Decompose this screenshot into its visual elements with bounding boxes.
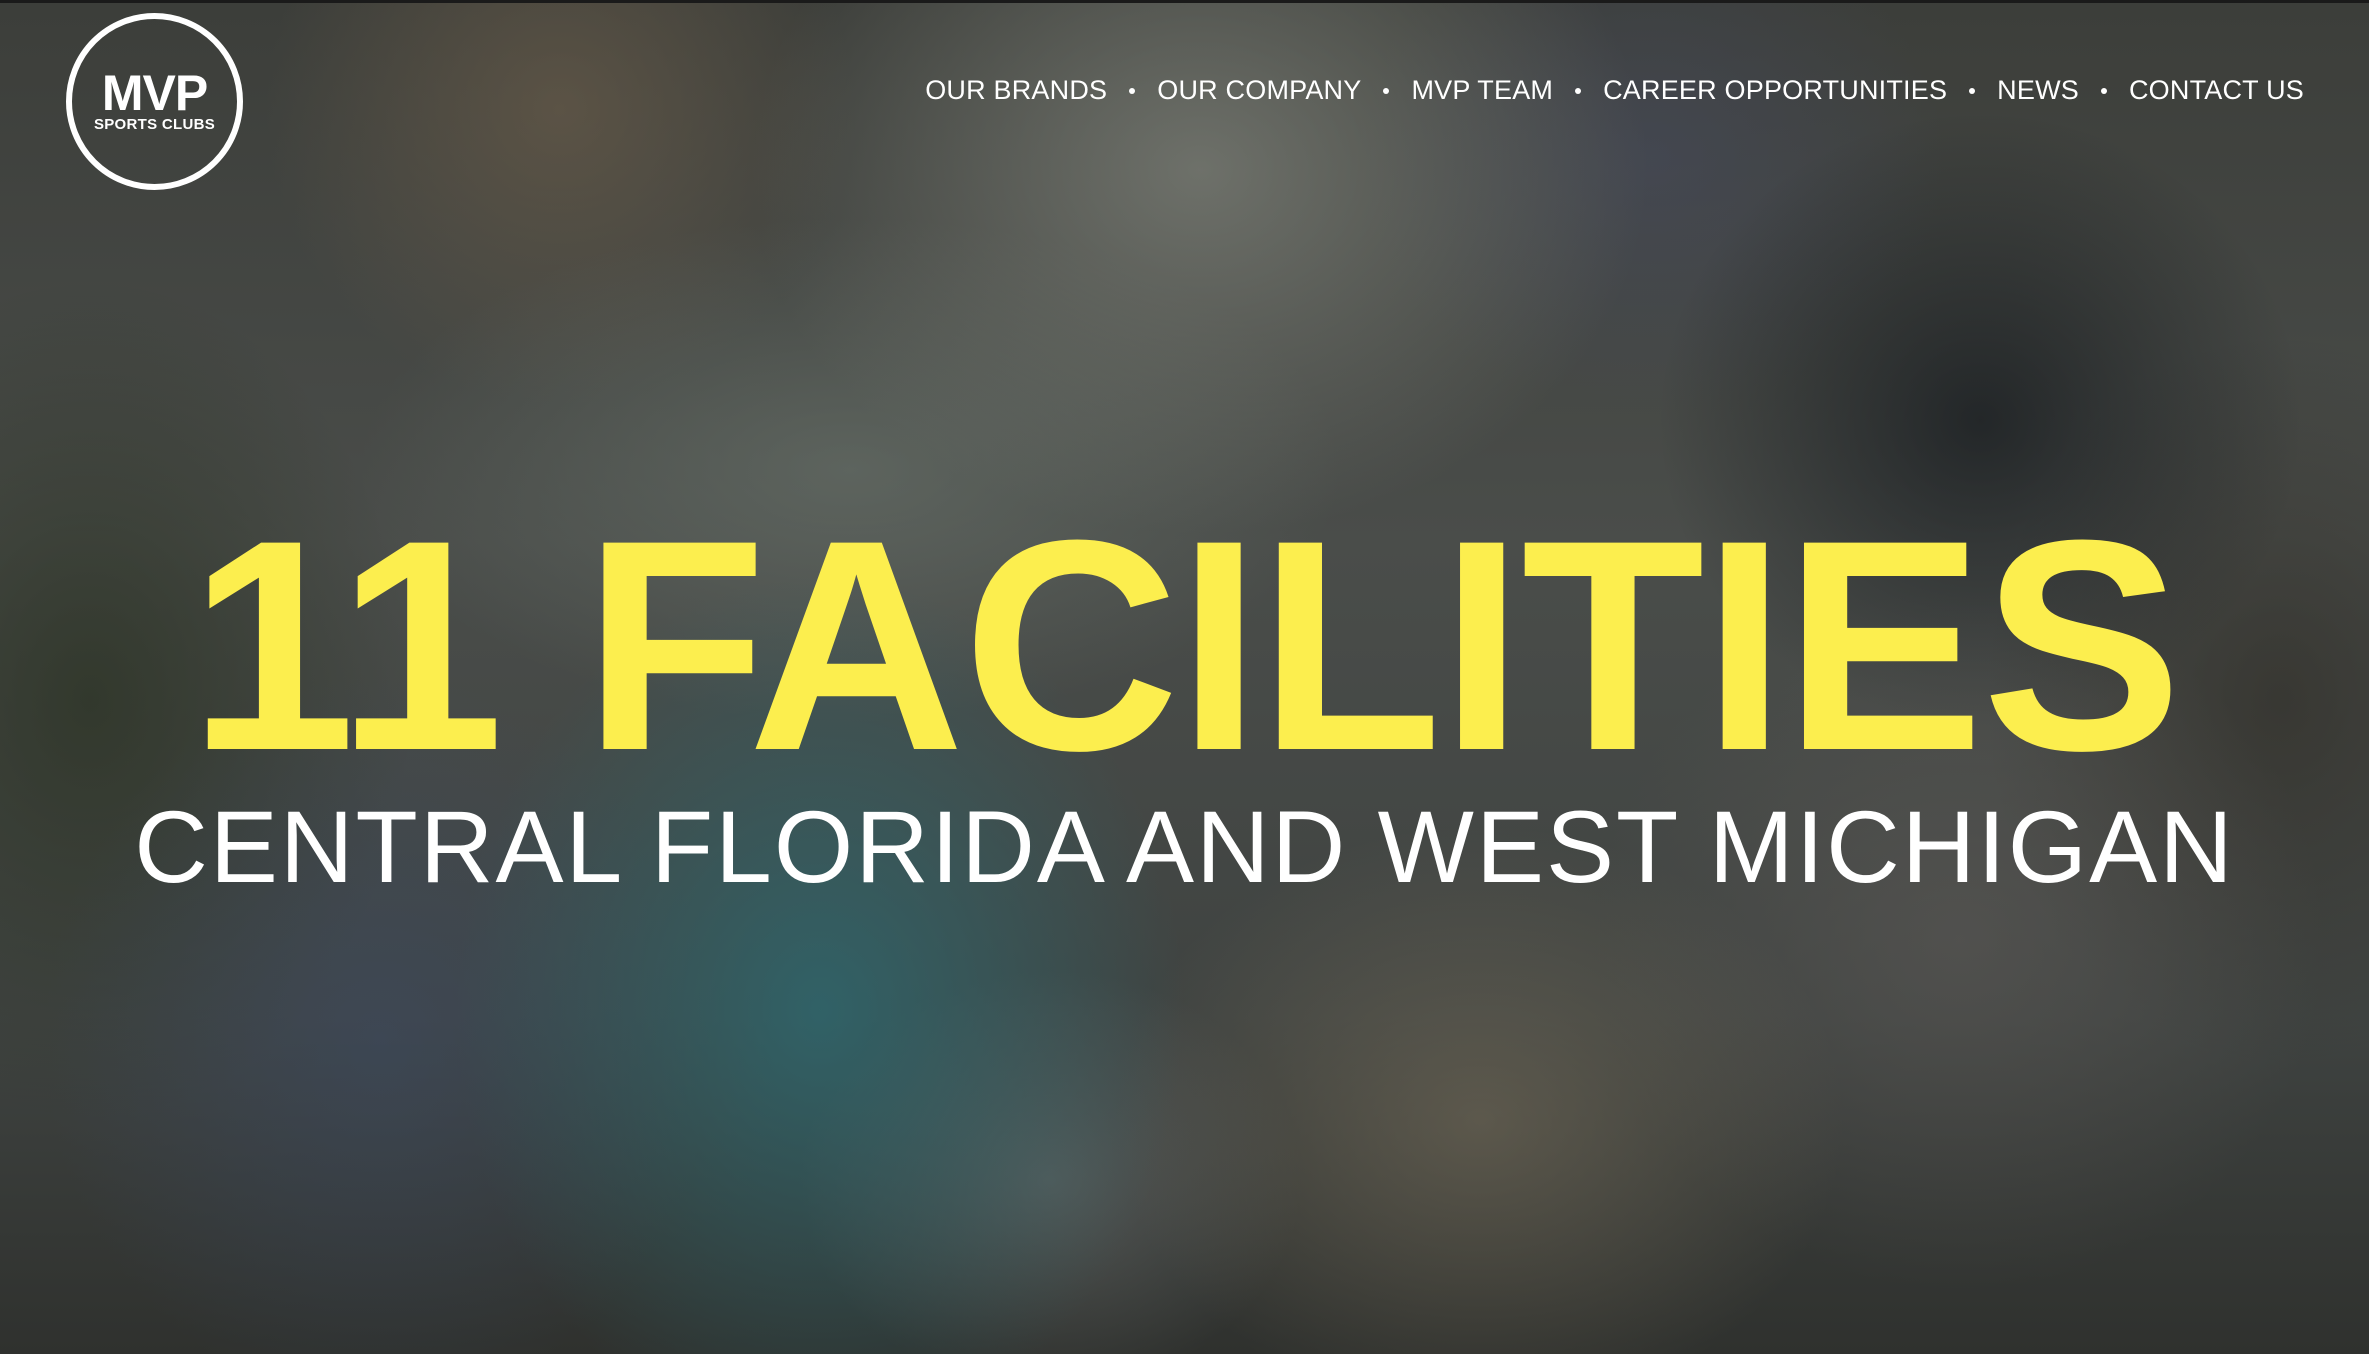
nav-our-brands[interactable]: OUR BRANDS: [925, 75, 1107, 106]
nav-our-company[interactable]: OUR COMPANY: [1157, 75, 1361, 106]
main-navigation: OUR BRANDS OUR COMPANY MVP TEAM CAREER O…: [925, 75, 2304, 106]
nav-news[interactable]: NEWS: [1997, 75, 2079, 106]
nav-separator-dot: [1969, 87, 1976, 94]
logo-subtitle: SPORTS CLUBS: [93, 115, 216, 133]
top-edge-bar: [0, 0, 2369, 3]
nav-separator-dot: [1383, 87, 1390, 94]
nav-separator-dot: [1129, 87, 1136, 94]
hero-video-background: MVP SPORTS CLUBS OUR BRANDS OUR COMPANY …: [0, 0, 2369, 1354]
nav-contact-us[interactable]: CONTACT US: [2129, 75, 2304, 106]
mvp-sports-clubs-logo[interactable]: MVP SPORTS CLUBS: [66, 13, 243, 190]
hero-headline: 11 FACILITIES: [188, 477, 2182, 813]
nav-mvp-team[interactable]: MVP TEAM: [1411, 75, 1553, 106]
logo-wordmark: MVP: [101, 64, 208, 121]
nav-separator-dot: [2100, 87, 2107, 94]
hero-subheadline: CENTRAL FLORIDA AND WEST MICHIGAN: [134, 790, 2235, 904]
nav-separator-dot: [1575, 87, 1582, 94]
nav-career-opportunities[interactable]: CAREER OPPORTUNITIES: [1603, 75, 1947, 106]
